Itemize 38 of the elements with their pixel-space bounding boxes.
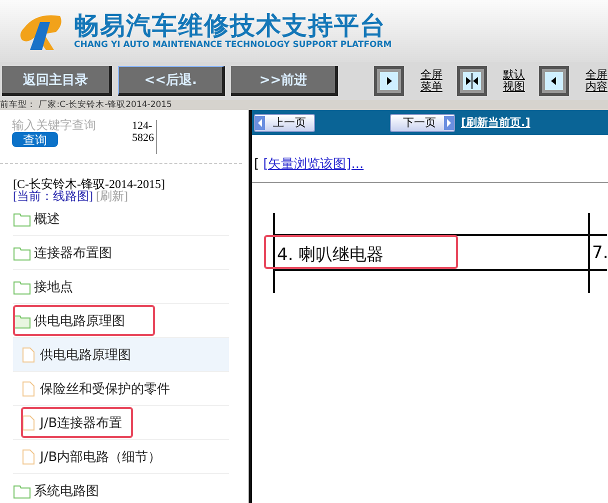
diagram-label: 4. 喇叭继电器 [277, 244, 384, 266]
folder-icon [13, 210, 31, 226]
nav-button[interactable]: 返回主目录 [2, 66, 112, 96]
tree-item[interactable]: 概述 [13, 202, 229, 236]
nav-button[interactable]: >>前进 [231, 66, 338, 96]
vehicle-name: [C-长安铃木-锋驭-2014-2015] [13, 178, 166, 190]
folder-icon [13, 312, 31, 328]
app-title: 畅易汽车维修技术支持平台 [74, 12, 387, 40]
view-link[interactable]: 全屏内容 [585, 69, 608, 93]
search-button[interactable]: 查询 [12, 132, 58, 147]
panel-toggle-icon[interactable] [456, 66, 487, 96]
current-view: [当前：线路图] [13, 189, 93, 203]
right-arrow-icon [444, 116, 454, 130]
tree-item[interactable]: 保险丝和受保护的零件 [13, 372, 229, 406]
folder-icon [13, 244, 31, 260]
code-text: 124- 5826 [132, 120, 157, 154]
panel-toggle-icon[interactable] [539, 66, 570, 96]
tree-item[interactable]: J/B内部电路（细节） [13, 440, 229, 474]
diagram-label: 7. [592, 243, 608, 263]
app-subtitle: CHANG YI AUTO MAINTENANCE TECHNOLOGY SUPPORT PLATFORM [74, 40, 392, 50]
bracket-text: [ [254, 157, 260, 172]
folder-icon [13, 482, 31, 498]
vector-view-link[interactable]: [矢量浏览该图]... [263, 157, 364, 172]
tree-item[interactable]: 接地点 [13, 270, 229, 304]
tree-item[interactable]: 连接器布置图 [13, 236, 229, 270]
previous-page-button[interactable]: 上一页 [254, 114, 315, 132]
tree-item[interactable]: 供电电路原理图 [13, 338, 229, 372]
left-arrow-icon [255, 116, 265, 130]
tree-item[interactable]: 系统电路图 [13, 474, 229, 503]
panel-toggle-icon[interactable] [374, 66, 404, 96]
nav-button[interactable]: <<后退. [118, 66, 226, 96]
refresh-page-link[interactable]: [刷新当前页.] [461, 115, 530, 130]
tree-item[interactable]: J/B连接器布置 [13, 406, 229, 440]
view-link[interactable]: 默认视图 [502, 69, 526, 93]
folder-icon [13, 278, 31, 294]
next-page-button[interactable]: 下一页 [390, 114, 455, 132]
view-link[interactable]: 全屏菜单 [420, 69, 443, 93]
vehicle-info: 前车型： 厂家:C-长安铃木-锋驭2014-2015 [0, 100, 173, 110]
